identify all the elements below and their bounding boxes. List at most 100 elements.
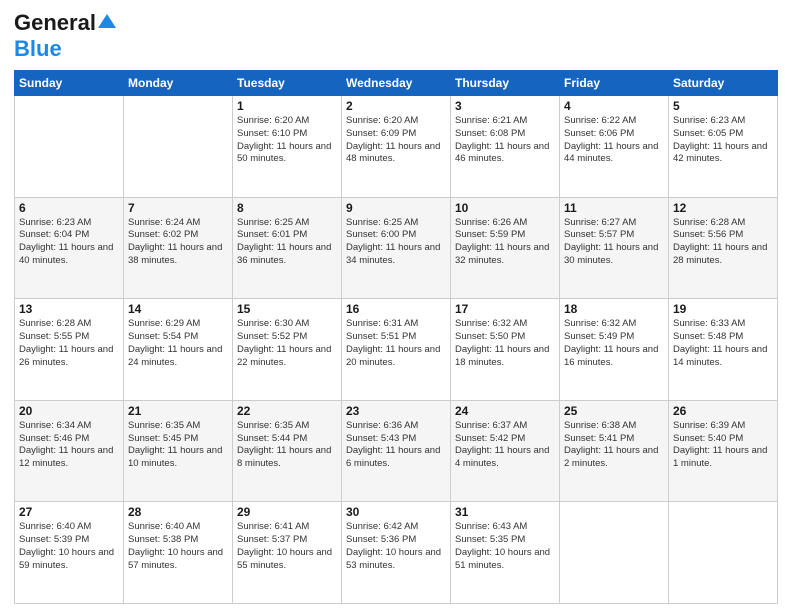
day-info: Sunrise: 6:26 AM Sunset: 5:59 PM Dayligh… bbox=[455, 217, 555, 268]
day-cell-19: 19Sunrise: 6:33 AM Sunset: 5:48 PM Dayli… bbox=[669, 299, 778, 401]
day-number: 27 bbox=[19, 505, 119, 519]
day-number: 2 bbox=[346, 99, 446, 113]
logo-blue: Blue bbox=[14, 36, 62, 61]
day-number: 12 bbox=[673, 201, 773, 215]
day-number: 4 bbox=[564, 99, 664, 113]
page: General Blue SundayMondayTuesdayWednesda… bbox=[0, 0, 792, 612]
day-cell-11: 11 Sunrise: 6:27 AM Sunset: 5:57 PM Dayli… bbox=[560, 197, 669, 299]
day-info: Sunrise: 6:31 AM Sunset: 5:51 PM Dayligh… bbox=[346, 318, 446, 369]
day-info: Sunrise: 6:40 AM Sunset: 5:39 PM Dayligh… bbox=[19, 521, 119, 572]
day-cell-28: 28Sunrise: 6:40 AM Sunset: 5:38 PM Dayli… bbox=[124, 502, 233, 604]
day-cell-14: 14 Sunrise: 6:29 AM Sunset: 5:54 PM Dayli… bbox=[124, 299, 233, 401]
day-number: 17 bbox=[455, 302, 555, 316]
day-info: Sunrise: 6:28 AM Sunset: 5:55 PM Dayligh… bbox=[19, 318, 119, 369]
day-cell-22: 22 Sunrise: 6:35 AM Sunset: 5:44 PM Dayli… bbox=[233, 400, 342, 502]
day-cell-30: 30 Sunrise: 6:42 AM Sunset: 5:36 PM Dayli… bbox=[342, 502, 451, 604]
day-info: Sunrise: 6:39 AM Sunset: 5:40 PM Dayligh… bbox=[673, 420, 773, 471]
day-info: Sunrise: 6:21 AM Sunset: 6:08 PM Dayligh… bbox=[455, 115, 555, 166]
day-cell-21: 21 Sunrise: 6:35 AM Sunset: 5:45 PM Dayli… bbox=[124, 400, 233, 502]
day-cell-15: 15 Sunrise: 6:30 AM Sunset: 5:52 PM Dayli… bbox=[233, 299, 342, 401]
day-info: Sunrise: 6:35 AM Sunset: 5:44 PM Dayligh… bbox=[237, 420, 337, 471]
logo-general: General bbox=[14, 10, 96, 36]
empty-cell bbox=[124, 96, 233, 198]
day-number: 11 bbox=[564, 201, 664, 215]
header: General Blue bbox=[14, 10, 778, 62]
calendar-table: SundayMondayTuesdayWednesdayThursdayFrid… bbox=[14, 70, 778, 604]
day-info: Sunrise: 6:29 AM Sunset: 5:54 PM Dayligh… bbox=[128, 318, 228, 369]
day-cell-17: 17 Sunrise: 6:32 AM Sunset: 5:50 PM Dayli… bbox=[451, 299, 560, 401]
day-cell-24: 24Sunrise: 6:37 AM Sunset: 5:42 PM Dayli… bbox=[451, 400, 560, 502]
week-row-3: 13 Sunrise: 6:28 AM Sunset: 5:55 PM Dayli… bbox=[15, 299, 778, 401]
day-number: 19 bbox=[673, 302, 773, 316]
day-info: Sunrise: 6:23 AM Sunset: 6:05 PM Dayligh… bbox=[673, 115, 773, 166]
day-number: 25 bbox=[564, 404, 664, 418]
weekday-header-sunday: Sunday bbox=[15, 71, 124, 96]
day-info: Sunrise: 6:30 AM Sunset: 5:52 PM Dayligh… bbox=[237, 318, 337, 369]
day-cell-5: 5 Sunrise: 6:23 AM Sunset: 6:05 PM Daylig… bbox=[669, 96, 778, 198]
day-number: 29 bbox=[237, 505, 337, 519]
day-info: Sunrise: 6:34 AM Sunset: 5:46 PM Dayligh… bbox=[19, 420, 119, 471]
day-number: 14 bbox=[128, 302, 228, 316]
day-info: Sunrise: 6:27 AM Sunset: 5:57 PM Dayligh… bbox=[564, 217, 664, 268]
weekday-header-thursday: Thursday bbox=[451, 71, 560, 96]
day-number: 26 bbox=[673, 404, 773, 418]
day-cell-29: 29 Sunrise: 6:41 AM Sunset: 5:37 PM Dayli… bbox=[233, 502, 342, 604]
day-info: Sunrise: 6:25 AM Sunset: 6:01 PM Dayligh… bbox=[237, 217, 337, 268]
day-cell-10: 10 Sunrise: 6:26 AM Sunset: 5:59 PM Dayli… bbox=[451, 197, 560, 299]
day-number: 31 bbox=[455, 505, 555, 519]
day-number: 5 bbox=[673, 99, 773, 113]
day-info: Sunrise: 6:32 AM Sunset: 5:49 PM Dayligh… bbox=[564, 318, 664, 369]
day-number: 21 bbox=[128, 404, 228, 418]
day-info: Sunrise: 6:43 AM Sunset: 5:35 PM Dayligh… bbox=[455, 521, 555, 572]
day-cell-9: 9Sunrise: 6:25 AM Sunset: 6:00 PM Daylig… bbox=[342, 197, 451, 299]
day-cell-26: 26 Sunrise: 6:39 AM Sunset: 5:40 PM Dayli… bbox=[669, 400, 778, 502]
day-info: Sunrise: 6:40 AM Sunset: 5:38 PM Dayligh… bbox=[128, 521, 228, 572]
day-cell-31: 31 Sunrise: 6:43 AM Sunset: 5:35 PM Dayli… bbox=[451, 502, 560, 604]
day-number: 7 bbox=[128, 201, 228, 215]
day-cell-25: 25Sunrise: 6:38 AM Sunset: 5:41 PM Dayli… bbox=[560, 400, 669, 502]
day-number: 3 bbox=[455, 99, 555, 113]
day-info: Sunrise: 6:25 AM Sunset: 6:00 PM Dayligh… bbox=[346, 217, 446, 268]
day-info: Sunrise: 6:20 AM Sunset: 6:10 PM Dayligh… bbox=[237, 115, 337, 166]
week-row-4: 20 Sunrise: 6:34 AM Sunset: 5:46 PM Dayli… bbox=[15, 400, 778, 502]
empty-cell bbox=[15, 96, 124, 198]
day-info: Sunrise: 6:35 AM Sunset: 5:45 PM Dayligh… bbox=[128, 420, 228, 471]
day-info: Sunrise: 6:24 AM Sunset: 6:02 PM Dayligh… bbox=[128, 217, 228, 268]
day-info: Sunrise: 6:32 AM Sunset: 5:50 PM Dayligh… bbox=[455, 318, 555, 369]
empty-cell bbox=[669, 502, 778, 604]
day-cell-1: 1Sunrise: 6:20 AM Sunset: 6:10 PM Daylig… bbox=[233, 96, 342, 198]
day-info: Sunrise: 6:23 AM Sunset: 6:04 PM Dayligh… bbox=[19, 217, 119, 268]
day-info: Sunrise: 6:36 AM Sunset: 5:43 PM Dayligh… bbox=[346, 420, 446, 471]
day-info: Sunrise: 6:42 AM Sunset: 5:36 PM Dayligh… bbox=[346, 521, 446, 572]
day-info: Sunrise: 6:20 AM Sunset: 6:09 PM Dayligh… bbox=[346, 115, 446, 166]
weekday-header-wednesday: Wednesday bbox=[342, 71, 451, 96]
weekday-header-row: SundayMondayTuesdayWednesdayThursdayFrid… bbox=[15, 71, 778, 96]
day-number: 10 bbox=[455, 201, 555, 215]
day-number: 18 bbox=[564, 302, 664, 316]
day-number: 8 bbox=[237, 201, 337, 215]
day-info: Sunrise: 6:22 AM Sunset: 6:06 PM Dayligh… bbox=[564, 115, 664, 166]
day-number: 6 bbox=[19, 201, 119, 215]
day-cell-12: 12Sunrise: 6:28 AM Sunset: 5:56 PM Dayli… bbox=[669, 197, 778, 299]
day-number: 13 bbox=[19, 302, 119, 316]
day-cell-27: 27 Sunrise: 6:40 AM Sunset: 5:39 PM Dayli… bbox=[15, 502, 124, 604]
week-row-2: 6 Sunrise: 6:23 AM Sunset: 6:04 PM Daylig… bbox=[15, 197, 778, 299]
weekday-header-tuesday: Tuesday bbox=[233, 71, 342, 96]
day-cell-3: 3 Sunrise: 6:21 AM Sunset: 6:08 PM Daylig… bbox=[451, 96, 560, 198]
day-cell-18: 18 Sunrise: 6:32 AM Sunset: 5:49 PM Dayli… bbox=[560, 299, 669, 401]
day-number: 20 bbox=[19, 404, 119, 418]
weekday-header-monday: Monday bbox=[124, 71, 233, 96]
day-number: 15 bbox=[237, 302, 337, 316]
day-cell-16: 16 Sunrise: 6:31 AM Sunset: 5:51 PM Dayli… bbox=[342, 299, 451, 401]
day-cell-2: 2 Sunrise: 6:20 AM Sunset: 6:09 PM Daylig… bbox=[342, 96, 451, 198]
day-cell-20: 20 Sunrise: 6:34 AM Sunset: 5:46 PM Dayli… bbox=[15, 400, 124, 502]
day-number: 23 bbox=[346, 404, 446, 418]
weekday-header-saturday: Saturday bbox=[669, 71, 778, 96]
day-cell-4: 4 Sunrise: 6:22 AM Sunset: 6:06 PM Daylig… bbox=[560, 96, 669, 198]
day-cell-13: 13 Sunrise: 6:28 AM Sunset: 5:55 PM Dayli… bbox=[15, 299, 124, 401]
day-number: 22 bbox=[237, 404, 337, 418]
day-number: 30 bbox=[346, 505, 446, 519]
day-cell-7: 7 Sunrise: 6:24 AM Sunset: 6:02 PM Daylig… bbox=[124, 197, 233, 299]
day-number: 16 bbox=[346, 302, 446, 316]
day-info: Sunrise: 6:41 AM Sunset: 5:37 PM Dayligh… bbox=[237, 521, 337, 572]
